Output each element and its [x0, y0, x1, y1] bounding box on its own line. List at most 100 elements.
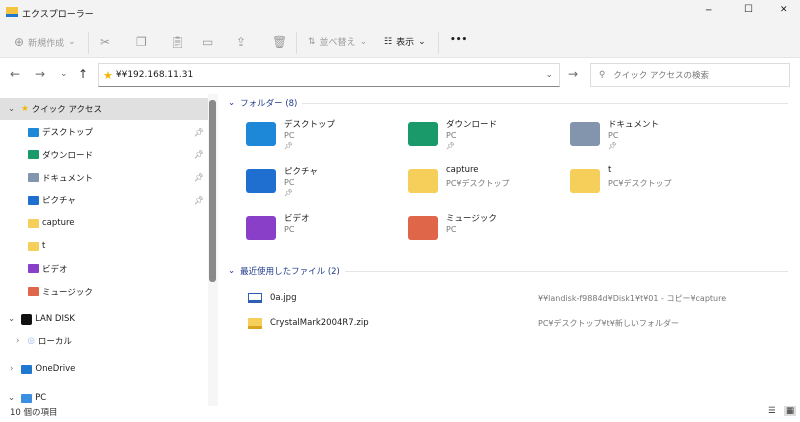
onedrive-icon: [21, 364, 33, 374]
title-bar: エクスプローラー ─ ☐ ✕: [0, 0, 800, 28]
list-item[interactable]: CrystalMark2004R7.zip PC¥デスクトップ¥t¥新しいフォル…: [248, 313, 788, 333]
details-view-icon[interactable]: ☰: [768, 406, 776, 416]
view-label: 表示: [396, 38, 415, 48]
rename-icon[interactable]: ▭: [202, 35, 213, 49]
more-button[interactable]: •••: [450, 35, 467, 45]
sidebar-item[interactable]: ダウンロード 📌︎: [0, 144, 208, 166]
folder-icon: [570, 169, 600, 193]
search-placeholder: クイック アクセスの検索: [613, 71, 710, 81]
folders-group-header[interactable]: ⌄ フォルダー (8): [228, 97, 788, 109]
sidebar-label: capture: [42, 218, 75, 229]
back-button[interactable]: ←: [10, 67, 20, 81]
folder-tile[interactable]: t PC¥デスクトップ: [570, 163, 730, 207]
copy-icon[interactable]: ❐: [136, 35, 147, 49]
folder-location: PC: [446, 225, 457, 234]
sort-button[interactable]: ⇅ 並べ替え ⌄: [308, 35, 368, 49]
folder-icon: [246, 169, 276, 193]
search-icon: ⚲: [599, 70, 606, 80]
delete-icon[interactable]: 🗑︎: [272, 35, 287, 49]
cut-icon[interactable]: ✂: [100, 35, 110, 49]
chevron-down-icon[interactable]: ⌄: [545, 70, 553, 80]
sidebar-item-local[interactable]: › ◎ ローカル: [0, 330, 208, 352]
folder-icon: [246, 122, 276, 146]
star-icon: ★: [103, 68, 113, 82]
address-path: ¥¥192.168.11.31: [115, 70, 194, 80]
content-pane: ⌄ フォルダー (8) デスクトップ PC 📌︎ ダウンロード PC 📌︎ ドキュメント PC 📌…: [220, 94, 800, 406]
sidebar-item-onedrive[interactable]: › OneDrive: [0, 358, 208, 380]
folder-tile[interactable]: ドキュメント PC 📌︎: [570, 116, 730, 160]
sidebar-item[interactable]: デスクトップ 📌︎: [0, 121, 208, 143]
pin-icon: 📌︎: [193, 173, 204, 183]
tiles-view-icon[interactable]: ▦: [784, 406, 797, 416]
close-button[interactable]: ✕: [780, 5, 788, 15]
star-icon: ★: [21, 104, 29, 114]
sidebar-item-quick-access[interactable]: ⌄ ★ クイック アクセス: [0, 98, 208, 120]
sidebar-item[interactable]: ピクチャ 📌︎: [0, 189, 208, 211]
sidebar-label: LAN DISK: [35, 314, 75, 324]
chevron-right-icon: ›: [10, 364, 14, 374]
folder-tile[interactable]: ピクチャ PC 📌︎: [246, 163, 406, 207]
sidebar-item[interactable]: ミュージック: [0, 281, 208, 303]
up-button[interactable]: ↑: [78, 67, 88, 81]
folder-name: ドキュメント: [608, 120, 660, 130]
folder-tile[interactable]: ミュージック PC: [408, 210, 568, 254]
zip-folder-icon: [248, 317, 262, 329]
status-bar: 10 個の項目 ☰ ▦: [0, 406, 800, 422]
share-icon[interactable]: ⇪: [236, 35, 246, 49]
folder-icon: [28, 218, 39, 228]
paste-icon[interactable]: 📋︎: [170, 35, 185, 49]
sidebar-item-lan-disk[interactable]: ⌄ LAN DISK: [0, 308, 208, 330]
sidebar-label: クイック アクセス: [31, 105, 103, 115]
chevron-down-icon: ⌄: [8, 393, 16, 403]
view-button[interactable]: ☷ 表示 ⌄: [384, 35, 426, 49]
folder-icon: [28, 195, 39, 205]
folder-tile[interactable]: ビデオ PC: [246, 210, 406, 254]
scrollbar-thumb[interactable]: [209, 100, 216, 282]
folder-location: PC: [284, 131, 295, 140]
sort-icon: ⇅: [308, 36, 316, 47]
folder-icon: [28, 264, 39, 274]
pin-icon: 📌︎: [193, 150, 204, 160]
folder-tile[interactable]: デスクトップ PC 📌︎: [246, 116, 406, 160]
chevron-down-icon: ⌄: [359, 36, 368, 47]
folder-icon: [28, 127, 39, 137]
file-name: 0a.jpg: [270, 293, 297, 303]
folder-icon: [28, 241, 39, 251]
sidebar-item[interactable]: t: [0, 235, 208, 257]
new-button[interactable]: ⊕ 新規作成 ⌄: [14, 35, 76, 49]
sidebar-item[interactable]: capture: [0, 212, 208, 234]
pin-icon: 📌︎: [193, 127, 204, 137]
folder-tile[interactable]: capture PC¥デスクトップ: [408, 163, 568, 207]
folder-name: capture: [446, 165, 479, 175]
go-button[interactable]: →: [568, 67, 578, 81]
folder-icon: [28, 150, 39, 160]
command-bar: ⊕ 新規作成 ⌄ ✂ ❐ 📋︎ ▭ ⇪ 🗑︎ ⇅ 並べ替え ⌄ ☷ 表示 ⌄ •••: [0, 28, 800, 58]
chevron-right-icon: ›: [16, 336, 20, 346]
recent-locations-button[interactable]: ⌄: [60, 69, 68, 79]
address-bar[interactable]: ★ ¥¥192.168.11.31 ⌄: [98, 63, 560, 87]
sidebar-label: ダウンロード: [42, 150, 94, 161]
sidebar-item[interactable]: ビデオ: [0, 258, 208, 280]
minimize-button[interactable]: ─: [706, 6, 711, 16]
folder-icon: [570, 122, 600, 146]
maximize-button[interactable]: ☐: [744, 4, 753, 15]
folder-location: PC: [284, 225, 295, 234]
explorer-icon: [6, 7, 18, 17]
folder-icon: [28, 173, 39, 183]
recent-group-header[interactable]: ⌄ 最近使用したファイル (2): [228, 265, 788, 277]
forward-button[interactable]: →: [35, 67, 45, 81]
folder-icon: [28, 287, 39, 297]
folder-tile[interactable]: ダウンロード PC 📌︎: [408, 116, 568, 160]
folder-name: ダウンロード: [446, 120, 498, 130]
pin-icon: 📌︎: [446, 142, 455, 150]
pin-icon: 📌︎: [284, 189, 293, 197]
divider: [296, 32, 297, 54]
sidebar-item[interactable]: ドキュメント 📌︎: [0, 167, 208, 189]
search-input[interactable]: ⚲ クイック アクセスの検索: [590, 63, 790, 87]
chevron-down-icon: ⌄: [228, 98, 236, 108]
file-path: PC¥デスクトップ¥t¥新しいフォルダー: [538, 318, 679, 328]
folder-icon: [408, 216, 438, 240]
folder-name: ピクチャ: [284, 167, 318, 177]
sidebar-label: ドキュメント: [42, 173, 94, 184]
list-item[interactable]: 0a.jpg ¥¥landisk-f9884d¥Disk1¥t¥01 - コピー…: [248, 288, 788, 308]
